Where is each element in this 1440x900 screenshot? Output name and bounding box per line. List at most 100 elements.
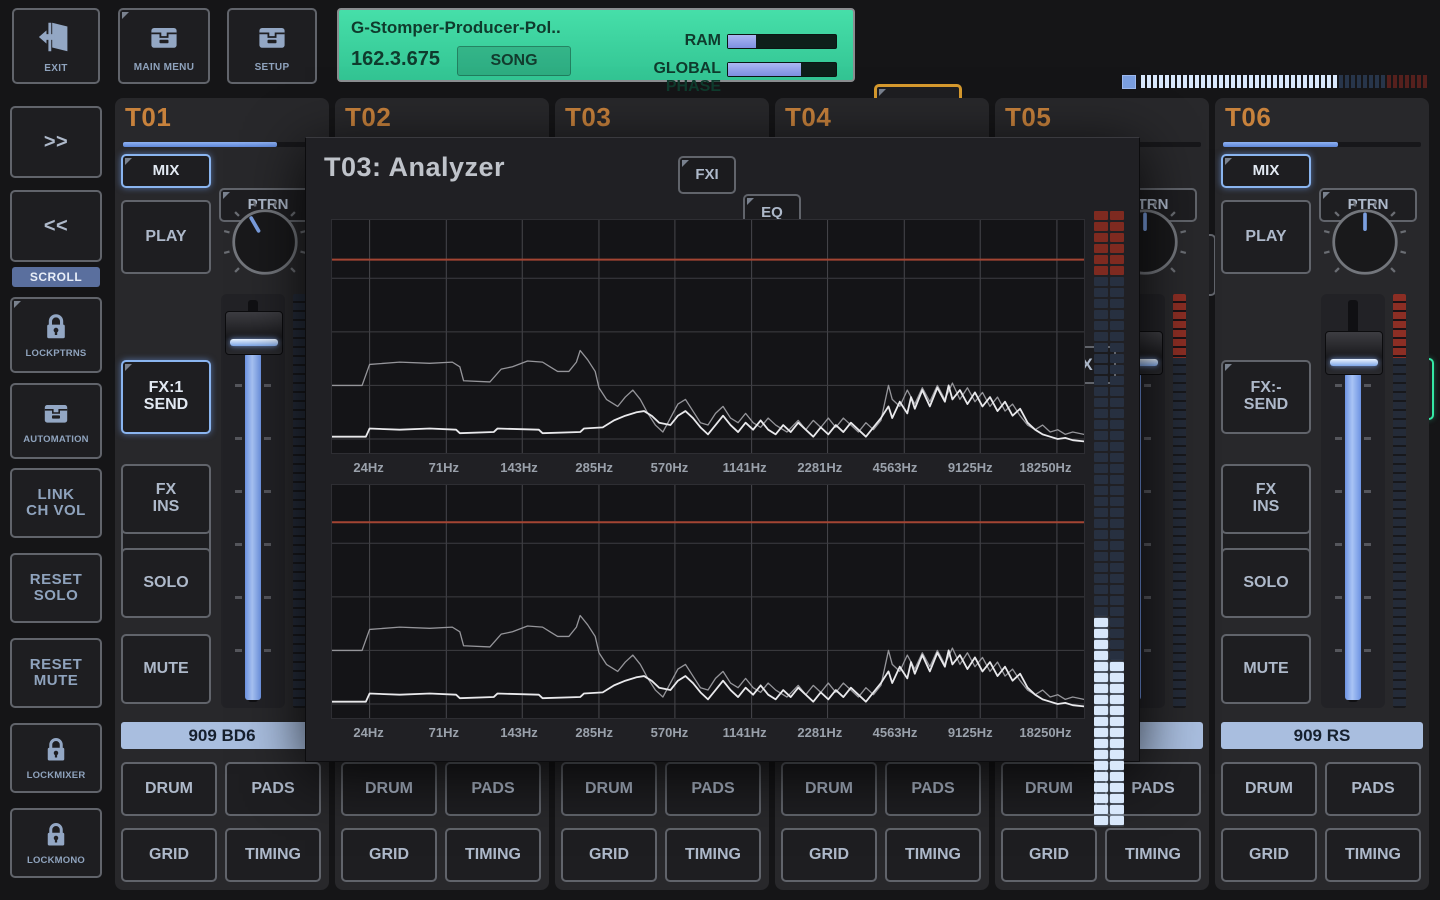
meter-segment xyxy=(1094,750,1108,759)
main-menu-icon xyxy=(144,19,184,60)
pads-button[interactable]: PADS xyxy=(665,762,761,816)
drum-button[interactable]: DRUM xyxy=(561,762,657,816)
exit-icon xyxy=(36,18,76,61)
fader-handle[interactable] xyxy=(1325,331,1383,375)
tab-mix[interactable]: MIX xyxy=(121,154,211,188)
grid-button[interactable]: GRID xyxy=(781,828,877,882)
volume-fader[interactable] xyxy=(1321,294,1385,708)
freq-tick-label: 2281Hz xyxy=(782,460,857,475)
fx-insert-button[interactable]: FX INS xyxy=(121,464,211,534)
freq-tick-label: 143Hz xyxy=(481,460,556,475)
lock-mono-button[interactable]: LOCKMONO xyxy=(10,808,102,878)
meter-segment xyxy=(1094,519,1108,528)
meter-segment xyxy=(1110,640,1124,649)
exit-label: EXIT xyxy=(44,64,67,75)
pan-knob[interactable] xyxy=(1319,196,1411,288)
pads-button[interactable]: PADS xyxy=(445,762,541,816)
meter-segment xyxy=(1110,684,1124,693)
timing-button[interactable]: TIMING xyxy=(1105,828,1201,882)
drum-button[interactable]: DRUM xyxy=(1221,762,1317,816)
meter-segment xyxy=(1110,750,1124,759)
link-ch-vol-button[interactable]: LINK CH VOL xyxy=(10,468,102,538)
transport-tick xyxy=(1423,75,1427,88)
track-play-button[interactable]: PLAY xyxy=(1221,200,1311,274)
volume-fader[interactable] xyxy=(221,294,285,708)
exit-button[interactable]: EXIT xyxy=(12,8,100,84)
meter-segment xyxy=(1094,233,1108,242)
transport-tick xyxy=(1333,75,1337,88)
fader-handle[interactable] xyxy=(225,311,283,355)
lock-mixer-button[interactable]: LOCKMIXER xyxy=(10,723,102,793)
setup-label: SETUP xyxy=(255,63,290,74)
tab-mix[interactable]: MIX xyxy=(1221,154,1311,188)
solo-button[interactable]: SOLO xyxy=(121,548,211,618)
drum-button[interactable]: DRUM xyxy=(781,762,877,816)
timing-button[interactable]: TIMING xyxy=(665,828,761,882)
fx-send-line2: SEND xyxy=(144,397,188,414)
transport-tick xyxy=(1321,75,1325,88)
timing-button[interactable]: TIMING xyxy=(1325,828,1421,882)
automation-button[interactable]: AUTOMATION xyxy=(10,383,102,459)
meter-segment xyxy=(1094,420,1108,429)
freq-tick-label: 1141Hz xyxy=(707,460,782,475)
position-cursor xyxy=(1122,75,1136,89)
pads-button[interactable]: PADS xyxy=(885,762,981,816)
drum-button[interactable]: DRUM xyxy=(341,762,437,816)
reset-solo-button[interactable]: RESET SOLO xyxy=(10,553,102,623)
timing-label: TIMING xyxy=(465,847,521,864)
transport-tick xyxy=(1357,75,1361,88)
fx-send-button[interactable]: FX:- SEND xyxy=(1221,360,1311,434)
g-stomper-producer-app: { "topbar": { "exit_label": "EXIT", "mai… xyxy=(0,0,1440,900)
meter-segment xyxy=(1094,585,1108,594)
meter-segment xyxy=(1094,805,1108,814)
drum-label: DRUM xyxy=(145,781,193,798)
grid-button[interactable]: GRID xyxy=(1001,828,1097,882)
meter-segment xyxy=(1094,299,1108,308)
meter-segment xyxy=(1094,255,1108,264)
setup-button[interactable]: SETUP xyxy=(227,8,317,84)
lcd-display[interactable]: G-Stomper-Producer-Pol.. 162.3.675 SONG … xyxy=(337,8,855,82)
reset-mute-button[interactable]: RESET MUTE xyxy=(10,638,102,708)
grid-button[interactable]: GRID xyxy=(561,828,657,882)
solo-button[interactable]: SOLO xyxy=(1221,548,1311,618)
fx-send-button[interactable]: FX:1 SEND xyxy=(121,360,211,434)
meter-segment xyxy=(1094,618,1108,627)
drum-button[interactable]: DRUM xyxy=(1001,762,1097,816)
meter-segment xyxy=(1110,398,1124,407)
drum-button[interactable]: DRUM xyxy=(121,762,217,816)
mute-button[interactable]: MUTE xyxy=(121,634,211,704)
pads-button[interactable]: PADS xyxy=(225,762,321,816)
main-menu-label: MAIN MENU xyxy=(134,63,194,74)
timing-button[interactable]: TIMING xyxy=(225,828,321,882)
lock-patterns-button[interactable]: LOCKPTRNS xyxy=(10,297,102,373)
grid-button[interactable]: GRID xyxy=(341,828,437,882)
pads-label: PADS xyxy=(911,781,954,798)
dialog-fxi-button[interactable]: FXI xyxy=(678,156,736,194)
fx-insert-button[interactable]: FX INS xyxy=(1221,464,1311,534)
grid-label: GRID xyxy=(1029,847,1069,864)
main-menu-button[interactable]: MAIN MENU xyxy=(118,8,210,84)
mode-song-button[interactable]: SONG xyxy=(457,46,571,76)
transport-tick xyxy=(1315,75,1319,88)
track-name-pill[interactable]: 909 BD6 xyxy=(121,722,323,749)
pads-button[interactable]: PADS xyxy=(1325,762,1421,816)
pads-label: PADS xyxy=(251,781,294,798)
fader-tick-marks xyxy=(264,334,271,688)
mute-button[interactable]: MUTE xyxy=(1221,634,1311,704)
meter-segment xyxy=(1110,794,1124,803)
grid-button[interactable]: GRID xyxy=(121,828,217,882)
track-name-pill[interactable]: 909 RS xyxy=(1221,722,1423,749)
song-position: 162.3.675 xyxy=(351,48,440,71)
timing-button[interactable]: TIMING xyxy=(445,828,541,882)
scroll-back-button[interactable]: << xyxy=(10,190,102,262)
meter-segment xyxy=(1094,739,1108,748)
track-play-button[interactable]: PLAY xyxy=(121,200,211,274)
grid-button[interactable]: GRID xyxy=(1221,828,1317,882)
pan-knob[interactable] xyxy=(219,196,311,288)
scroll-forward-button[interactable]: >> xyxy=(10,106,102,178)
scroll-mode-badge[interactable]: SCROLL xyxy=(12,267,100,287)
timing-button[interactable]: TIMING xyxy=(885,828,981,882)
channel-level-meter xyxy=(1393,294,1406,708)
meter-segment xyxy=(1110,717,1124,726)
meter-segment xyxy=(1094,783,1108,792)
